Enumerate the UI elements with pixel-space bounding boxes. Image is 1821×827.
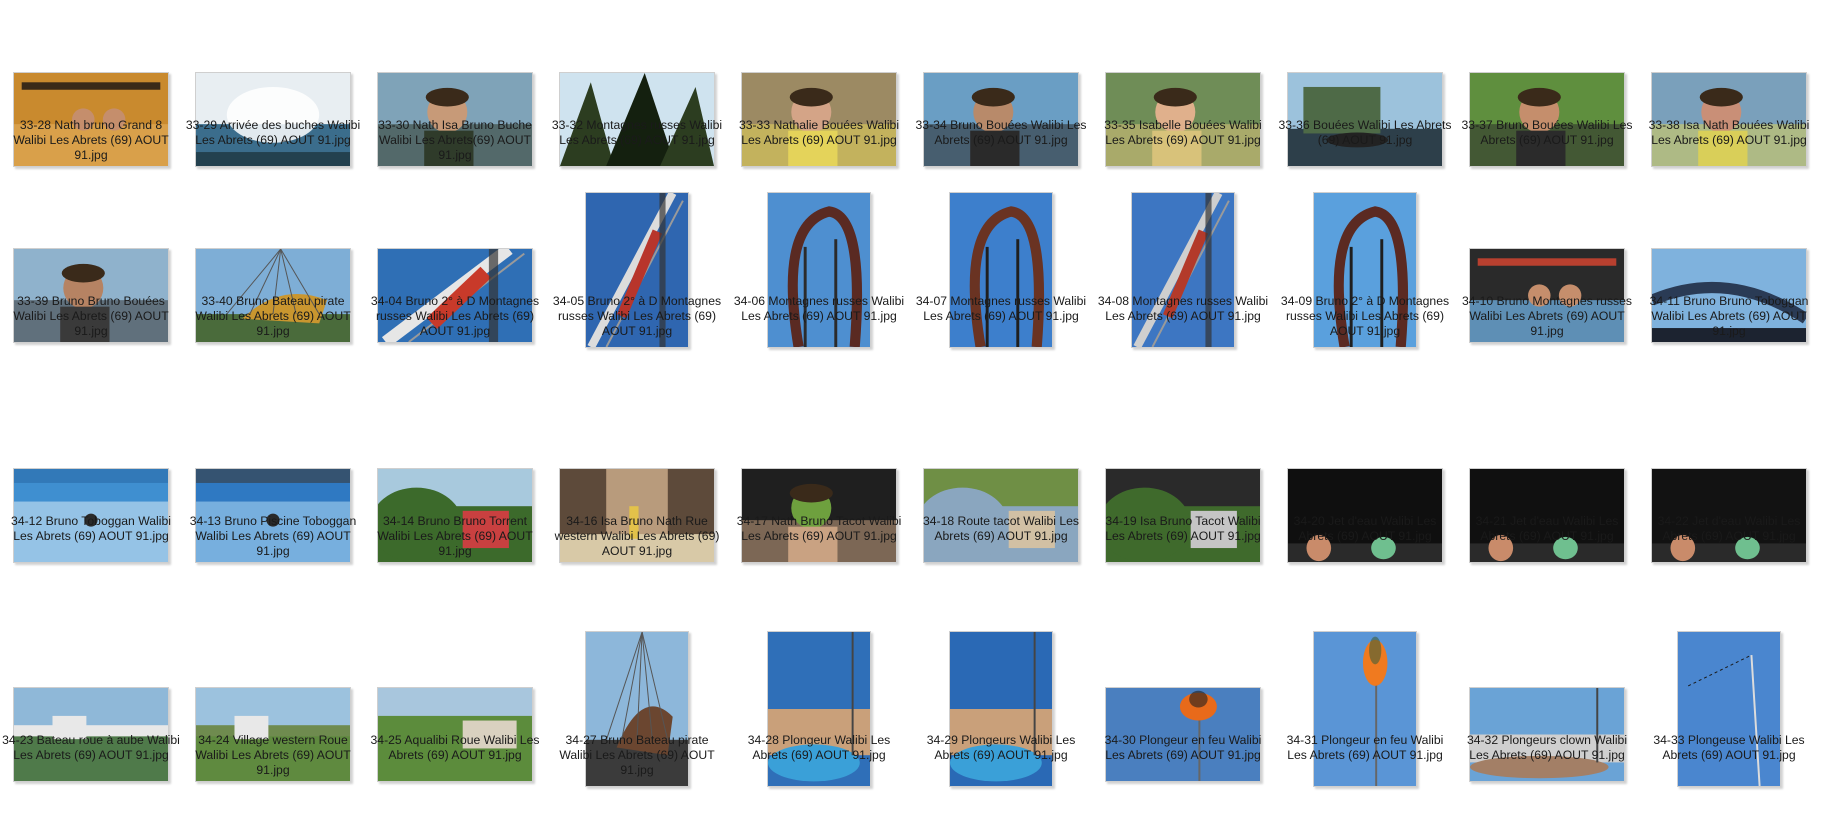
file-name-label[interactable]: 33-32 Montagnes russes Walibi Les Abrets… [548, 118, 726, 148]
file-name-label[interactable]: 34-12 Bruno Toboggan Walibi Les Abrets (… [2, 514, 180, 544]
file-name-label[interactable]: 34-32 Plongeurs clown Walibi Les Abrets … [1458, 733, 1636, 763]
photo-thumbnail[interactable] [767, 631, 871, 787]
file-name-label[interactable]: 34-14 Bruno Bruno Torrent Walibi Les Abr… [366, 514, 544, 559]
file-name-label[interactable]: 33-39 Bruno Bruno Bouées Walibi Les Abre… [2, 294, 180, 339]
file-name-label[interactable]: 34-05 Bruno 2° à D Montagnes russes Wali… [548, 294, 726, 339]
file-name-label[interactable]: 34-19 Isa Bruno Tacot Walibi Les Abrets … [1094, 514, 1272, 544]
file-name-label[interactable]: 33-37 Bruno Bouées Walibi Les Abrets (69… [1458, 118, 1636, 148]
photo-thumbnail[interactable] [1313, 631, 1417, 787]
photo-thumbnail[interactable] [949, 631, 1053, 787]
photo-thumbnail[interactable] [767, 192, 871, 348]
file-name-label[interactable]: 34-06 Montagnes russes Walibi Les Abrets… [730, 294, 908, 324]
file-name-label[interactable]: 34-13 Bruno Piscine Toboggan Walibi Les … [184, 514, 362, 559]
file-name-label[interactable]: 34-31 Plongeur en feu Walibi Les Abrets … [1276, 733, 1454, 763]
file-thumbnail-grid: 33-28 Nath bruno Grand 8 Walibi Les Abre… [0, 0, 1821, 827]
file-name-label[interactable]: 33-30 Nath Isa Bruno Buche Walibi Les Ab… [366, 118, 544, 163]
file-name-label[interactable]: 34-23 Bateau roue à aube Walibi Les Abre… [2, 733, 180, 763]
file-name-label[interactable]: 34-08 Montagnes russes Walibi Les Abrets… [1094, 294, 1272, 324]
file-name-label[interactable]: 34-29 Plongeurs Walibi Les Abrets (69) A… [912, 733, 1090, 763]
file-name-label[interactable]: 34-04 Bruno 2° à D Montagnes russes Wali… [366, 294, 544, 339]
file-name-label[interactable]: 34-28 Plongeur Walibi Les Abrets (69) AO… [730, 733, 908, 763]
file-name-label[interactable]: 33-36 Bouées Walibi Les Abrets (69) AOUT… [1276, 118, 1454, 148]
file-name-label[interactable]: 34-20 Jet d'eau Walibi Les Abrets (69) A… [1276, 514, 1454, 544]
file-name-label[interactable]: 34-16 Isa Bruno Nath Rue western Walibi … [548, 514, 726, 559]
photo-thumbnail[interactable] [1677, 631, 1781, 787]
file-name-label[interactable]: 33-33 Nathalie Bouées Walibi Les Abrets … [730, 118, 908, 148]
file-name-label[interactable]: 34-30 Plongeur en feu Walibi Les Abrets … [1094, 733, 1272, 763]
file-name-label[interactable]: 34-21 Jet d'eau Walibi Les Abrets (69) A… [1458, 514, 1636, 544]
file-name-label[interactable]: 34-07 Montagnes russes Walibi Les Abrets… [912, 294, 1090, 324]
file-name-label[interactable]: 33-38 Isa Nath Bouées Walibi Les Abrets … [1640, 118, 1818, 148]
file-name-label[interactable]: 33-40 Bruno Bateau pirate Walibi Les Abr… [184, 294, 362, 339]
photo-thumbnail[interactable] [1131, 192, 1235, 348]
file-name-label[interactable]: 33-28 Nath bruno Grand 8 Walibi Les Abre… [2, 118, 180, 163]
file-name-label[interactable]: 34-27 Bruno Bateau pirate Walibi Les Abr… [548, 733, 726, 778]
photo-thumbnail[interactable] [949, 192, 1053, 348]
file-name-label[interactable]: 33-29 Arrivée des buches Walibi Les Abre… [184, 118, 362, 148]
file-name-label[interactable]: 34-17 Nath Bruno Tacot Walibi Les Abrets… [730, 514, 908, 544]
file-name-label[interactable]: 34-09 Bruno 2° à D Montagnes russes Wali… [1276, 294, 1454, 339]
file-name-label[interactable]: 33-35 Isabelle Bouées Walibi Les Abrets … [1094, 118, 1272, 148]
file-name-label[interactable]: 34-11 Bruno Bruno Toboggan Walibi Les Ab… [1640, 294, 1818, 339]
file-name-label[interactable]: 34-24 Village western Roue Walibi Les Ab… [184, 733, 362, 778]
file-name-label[interactable]: 33-34 Bruno Bouées Walibi Les Abrets (69… [912, 118, 1090, 148]
file-name-label[interactable]: 34-18 Route tacot Walibi Les Abrets (69)… [912, 514, 1090, 544]
file-name-label[interactable]: 34-22 Jet d'eau Walibi Les Abrets (69) A… [1640, 514, 1818, 544]
file-name-label[interactable]: 34-33 Plongeuse Walibi Les Abrets (69) A… [1640, 733, 1818, 763]
file-name-label[interactable]: 34-10 Bruno Montagnes russes Walibi Les … [1458, 294, 1636, 339]
file-name-label[interactable]: 34-25 Aqualibi Roue Walibi Les Abrets (6… [366, 733, 544, 763]
